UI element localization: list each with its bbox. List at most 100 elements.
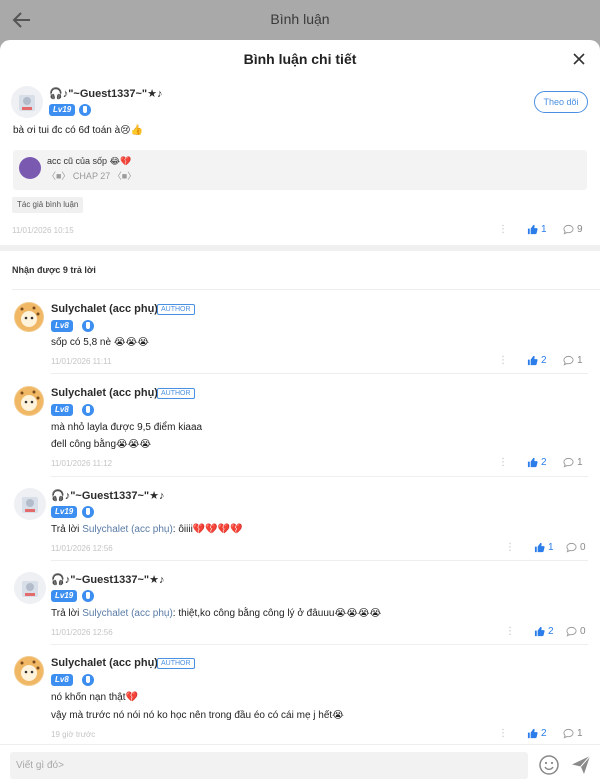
gem-icon <box>79 104 91 116</box>
username[interactable]: Sulychalet (acc phụ) <box>51 387 158 399</box>
level-badge: Lv19 <box>51 506 78 518</box>
like-button[interactable]: 2 <box>527 457 547 468</box>
like-count: 2 <box>541 457 547 468</box>
mention-link[interactable]: Sulychalet (acc phụ) <box>82 524 173 535</box>
like-count: 2 <box>548 626 554 637</box>
like-count: 2 <box>541 355 547 366</box>
avatar[interactable] <box>14 656 44 686</box>
comment-input[interactable] <box>10 752 528 779</box>
reply-button[interactable]: 0 <box>566 626 586 637</box>
topbar: Bình luận <box>0 0 600 40</box>
comment-count: 0 <box>580 542 586 553</box>
more-icon[interactable]: ⋮ <box>498 457 508 468</box>
like-count: 2 <box>541 728 547 739</box>
reply-button[interactable]: 1 <box>563 355 583 366</box>
reply-prefix: Trả lời <box>51 608 83 619</box>
avatar[interactable] <box>14 302 44 332</box>
more-icon[interactable]: ⋮ <box>498 355 508 366</box>
follow-button[interactable]: Theo dõi <box>534 91 588 113</box>
comment-icon <box>566 542 577 553</box>
gem-icon <box>82 320 94 332</box>
reply-button[interactable]: 1 <box>563 728 583 739</box>
thumbs-up-icon <box>527 728 538 739</box>
username[interactable]: Sulychalet (acc phụ) <box>51 657 158 669</box>
thumbs-up-icon <box>527 457 538 468</box>
timestamp: 19 giờ trước <box>51 730 96 739</box>
username[interactable]: 🎧♪"~Guest1337~"★♪ <box>49 87 162 100</box>
avatar[interactable] <box>14 386 44 416</box>
timestamp: 11/01/2026 12:56 <box>51 628 113 637</box>
like-button[interactable]: 1 <box>534 542 554 553</box>
author-tag: Tác giả bình luận <box>12 197 84 213</box>
username[interactable]: Sulychalet (acc phụ) <box>51 303 158 315</box>
comment-text: bà ơi tui đc có 6đ toán à😢👍 <box>13 125 144 136</box>
avatar[interactable] <box>14 572 46 604</box>
gem-icon <box>82 590 94 602</box>
level-badge: Lv8 <box>51 404 73 416</box>
divider <box>12 289 600 290</box>
reply-prefix: Trả lời <box>51 524 83 535</box>
like-button[interactable]: 2 <box>527 728 547 739</box>
like-button[interactable]: 2 <box>534 626 554 637</box>
comment-icon <box>563 355 574 366</box>
more-icon[interactable]: ⋮ <box>498 224 508 235</box>
more-icon[interactable]: ⋮ <box>498 728 508 739</box>
reply-text: vậy mà trước nó nói nó ko học nên trong … <box>51 710 344 721</box>
divider <box>51 476 588 477</box>
reply-text: nó khốn nạn thật💔 <box>51 692 138 703</box>
send-icon[interactable] <box>570 754 592 776</box>
author-badge: AUTHOR <box>157 658 195 669</box>
comment-icon <box>563 224 574 235</box>
like-count: 1 <box>541 224 547 235</box>
username[interactable]: 🎧♪"~Guest1337~"★♪ <box>51 573 164 586</box>
comment-count: 9 <box>577 224 583 235</box>
reply-text: đell công bằng😭😭😭 <box>51 439 152 450</box>
gem-icon <box>82 674 94 686</box>
comment-icon <box>566 626 577 637</box>
more-icon[interactable]: ⋮ <box>505 542 515 553</box>
reply-body: : thiệt,ko công bằng công lý ở đâuuu😭😭😭😭 <box>172 608 382 619</box>
reply-text: sốp có 5,8 nè 😭😭😭 <box>51 337 149 348</box>
quote-chapter: 〈■〉 CHAP 27 〈■〉 <box>47 171 137 181</box>
like-button[interactable]: 2 <box>527 355 547 366</box>
comment-count: 1 <box>577 457 583 468</box>
smile-icon[interactable] <box>538 754 560 776</box>
divider <box>51 560 588 561</box>
level-badge: Lv8 <box>51 674 73 686</box>
divider <box>51 373 588 374</box>
reply-button[interactable]: 9 <box>563 224 583 235</box>
divider <box>51 644 588 645</box>
reply-button[interactable]: 0 <box>566 542 586 553</box>
quote-text: acc cũ của sốp 😂💔 <box>47 156 132 166</box>
close-icon[interactable] <box>572 52 586 66</box>
author-badge: AUTHOR <box>157 304 195 315</box>
reply-text: mà nhỏ layla được 9,5 điểm kiaaa <box>51 422 203 433</box>
reply-text: Trả lời Sulychalet (acc phụ): ôiiii💔💔💔💔 <box>51 524 243 535</box>
more-icon[interactable]: ⋮ <box>505 626 515 637</box>
comment-count: 0 <box>580 626 586 637</box>
reply-button[interactable]: 1 <box>563 457 583 468</box>
quoted-chapter[interactable]: acc cũ của sốp 😂💔 〈■〉 CHAP 27 〈■〉 <box>13 150 587 190</box>
comment-count: 1 <box>577 355 583 366</box>
sheet-title: Bình luận chi tiết <box>243 51 357 67</box>
thumbs-up-icon <box>534 626 545 637</box>
level-badge: Lv19 <box>49 104 76 116</box>
like-count: 1 <box>548 542 554 553</box>
section-divider <box>0 245 600 251</box>
level-badge: Lv8 <box>51 320 73 332</box>
author-badge: AUTHOR <box>157 388 195 399</box>
sheet-header: Bình luận chi tiết <box>0 40 600 78</box>
comment-count: 1 <box>577 728 583 739</box>
like-button[interactable]: 1 <box>527 224 547 235</box>
avatar[interactable] <box>14 488 46 520</box>
quote-avatar <box>19 157 41 179</box>
mention-link[interactable]: Sulychalet (acc phụ) <box>82 608 173 619</box>
gem-icon <box>82 506 94 518</box>
comment-compose-bar <box>0 744 600 784</box>
timestamp: 11/01/2026 10:15 <box>12 226 74 235</box>
avatar[interactable] <box>11 86 43 118</box>
gem-icon <box>82 404 94 416</box>
username[interactable]: 🎧♪"~Guest1337~"★♪ <box>51 489 164 502</box>
thumbs-up-icon <box>527 224 538 235</box>
thumbs-up-icon <box>527 355 538 366</box>
